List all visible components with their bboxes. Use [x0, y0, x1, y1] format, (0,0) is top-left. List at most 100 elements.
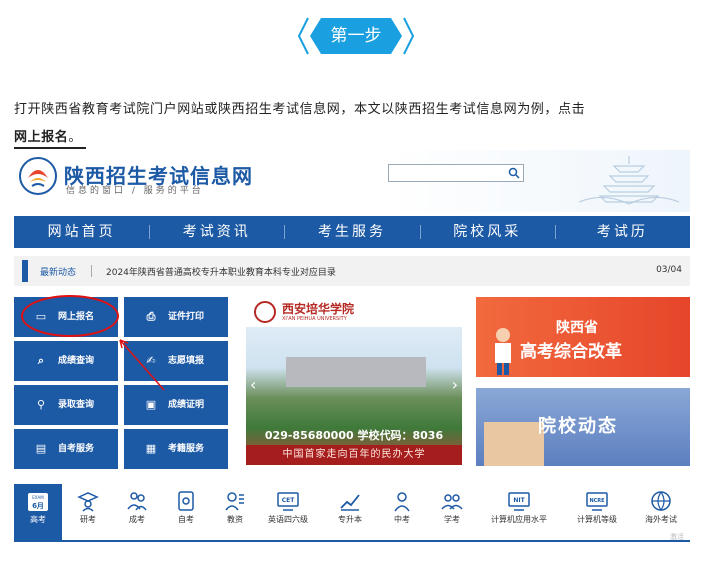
- calendar-icon: EXAM 6月: [28, 493, 48, 511]
- left-bracket-icon: [297, 17, 309, 55]
- tab-middle-school[interactable]: 中考: [378, 484, 426, 525]
- school-name-en: XI'AN PEIHUA UNIVERSITY: [282, 316, 347, 322]
- briefcase-icon: ▦: [145, 442, 157, 455]
- tab-cet[interactable]: CET 英语四六级: [264, 484, 312, 525]
- school-header: 西安培华学院 XI'AN PEIHUA UNIVERSITY: [246, 297, 462, 327]
- book-icon: [178, 491, 194, 511]
- main-nav: 网站首页 考试资讯 考生服务 院校风采 考试历: [14, 216, 690, 248]
- nav-item-home[interactable]: 网站首页: [14, 216, 149, 248]
- nav-item-school-profile[interactable]: 院校风采: [419, 216, 555, 248]
- globe-icon: [651, 491, 671, 512]
- tab-label: 专升本: [338, 515, 362, 524]
- school-news-title: 院校动态: [538, 416, 618, 437]
- cet-badge-icon: CET: [277, 492, 299, 511]
- printer-icon: ⎙: [146, 310, 156, 323]
- people-icon: [127, 492, 147, 511]
- button-label: 考籍服务: [168, 444, 205, 454]
- tab-label: 自考: [178, 515, 194, 524]
- svg-text:NCRE: NCRE: [589, 498, 605, 504]
- reform-banner[interactable]: 陕西省 高考综合改革: [476, 297, 690, 377]
- student-icon: [394, 492, 410, 512]
- search-input[interactable]: [388, 164, 524, 182]
- tab-self-study[interactable]: 自考: [162, 484, 210, 525]
- tab-label: 成考: [129, 515, 145, 524]
- tab-label: 海外考试: [645, 515, 677, 524]
- score-query-button[interactable]: ⌕ 成绩查询: [14, 341, 118, 381]
- watermark-text: 激活: [670, 533, 684, 541]
- button-label: 成绩证明: [168, 400, 205, 410]
- tab-gaokao[interactable]: EXAM 6月 高考: [14, 484, 62, 540]
- tab-label: 研考: [80, 515, 96, 524]
- group-icon: [441, 494, 463, 510]
- school-slogan: 中国首家走向百年的民办大学: [246, 445, 462, 465]
- site-subtitle: 信息的窗口 / 服务的平台: [66, 186, 204, 196]
- button-label: 录取查询: [58, 400, 95, 410]
- intro-highlight: 网上报名: [14, 130, 69, 145]
- svg-text:6月: 6月: [32, 502, 44, 510]
- search-icon: ⚲: [36, 398, 46, 411]
- nit-badge-icon: NIT: [508, 492, 530, 511]
- svg-text:EXAM: EXAM: [32, 495, 44, 500]
- button-label: 自考服务: [58, 444, 95, 454]
- tab-label: 英语四六级: [268, 515, 308, 524]
- nav-item-exam-calendar[interactable]: 考试历: [554, 216, 690, 248]
- intro-text: 打开陕西省教育考试院门户网站或陕西招生考试信息网，本文以陕西招生考试信息网为例，…: [14, 102, 586, 117]
- tab-label: 计算机应用水平: [491, 515, 547, 524]
- score-certificate-button[interactable]: ▣ 成绩证明: [124, 385, 228, 425]
- application-filling-button[interactable]: ✍ 志愿填报: [124, 341, 228, 381]
- student-illustration-icon: [495, 328, 511, 375]
- button-label: 成绩查询: [58, 356, 95, 366]
- building-illustration: [484, 422, 544, 466]
- school-seal-icon: [254, 301, 276, 323]
- admission-query-button[interactable]: ⚲ 录取查询: [14, 385, 118, 425]
- site-header: 陕西招生考试信息网 信息的窗口 / 服务的平台: [14, 150, 690, 212]
- tab-label: 学考: [444, 515, 460, 524]
- tab-teacher-cert[interactable]: 教资: [211, 484, 259, 525]
- chevron-right-icon[interactable]: ›: [452, 375, 458, 394]
- reform-banner-line1: 陕西省: [556, 320, 598, 336]
- highlight-circle: [21, 295, 119, 337]
- tab-label: 计算机等级: [577, 515, 617, 524]
- step-label: 第一步: [310, 18, 402, 54]
- intro-end: 。: [68, 130, 83, 145]
- pagoda-illustration: [578, 156, 680, 205]
- id-card-icon: ▤: [35, 442, 47, 455]
- news-pager: 03/04: [656, 265, 682, 275]
- certificate-icon: ▣: [145, 398, 157, 411]
- tab-label: 教资: [227, 515, 243, 524]
- tab-graduate[interactable]: 研考: [64, 484, 112, 525]
- highlight-underline: [14, 147, 86, 149]
- nav-item-student-service[interactable]: 考生服务: [284, 216, 419, 248]
- button-label: 证件打印: [168, 312, 205, 322]
- chevron-left-icon[interactable]: ‹: [250, 375, 256, 394]
- news-ticker: 最新动态 2024年陕西省普通高校专升本职业教育本科专业对应目录 03/04: [14, 256, 690, 286]
- intro-paragraph: 打开陕西省教育考试院门户网站或陕西招生考试信息网，本文以陕西招生考试信息网为例，…: [14, 96, 694, 152]
- score-search-icon: ⌕: [37, 354, 45, 367]
- nav-item-exam-news[interactable]: 考试资讯: [149, 216, 284, 248]
- search-icon[interactable]: [508, 167, 520, 179]
- tab-upgrade[interactable]: 专升本: [326, 484, 374, 525]
- ncre-badge-icon: NCRE: [586, 492, 608, 511]
- svg-text:NIT: NIT: [513, 497, 525, 504]
- graduate-cap-icon: [77, 492, 99, 512]
- reform-banner-line2: 高考综合改革: [520, 342, 622, 362]
- status-service-button[interactable]: ▦ 考籍服务: [124, 429, 228, 469]
- tab-academic-test[interactable]: 学考: [428, 484, 476, 525]
- tab-adult[interactable]: 成考: [113, 484, 161, 525]
- news-headline-link[interactable]: 2024年陕西省普通高校专升本职业教育本科专业对应目录: [106, 265, 336, 278]
- exam-category-tabs: EXAM 6月 高考 研考 成考 自考 教资 CET 英语四六级 专升本 中考 …: [14, 484, 690, 542]
- step-header: 第一步: [296, 16, 416, 56]
- school-name: 西安培华学院: [282, 302, 355, 316]
- certificate-print-button[interactable]: ⎙ 证件打印: [124, 297, 228, 337]
- tab-ncre[interactable]: NCRE 计算机等级: [568, 484, 626, 525]
- tab-label: 高考: [30, 515, 46, 524]
- school-phone: 029-85680000 学校代码：8036: [264, 429, 444, 442]
- tab-overseas[interactable]: 海外考试: [634, 484, 688, 525]
- tab-nit[interactable]: NIT 计算机应用水平: [482, 484, 556, 525]
- bookmark-icon: [22, 260, 28, 282]
- button-label: 志愿填报: [168, 356, 205, 366]
- news-label: 最新动态: [40, 268, 77, 278]
- school-news-banner[interactable]: 院校动态: [476, 388, 690, 466]
- school-slideshow[interactable]: 西安培华学院 XI'AN PEIHUA UNIVERSITY ‹ › 029-8…: [246, 297, 462, 465]
- self-study-service-button[interactable]: ▤ 自考服务: [14, 429, 118, 469]
